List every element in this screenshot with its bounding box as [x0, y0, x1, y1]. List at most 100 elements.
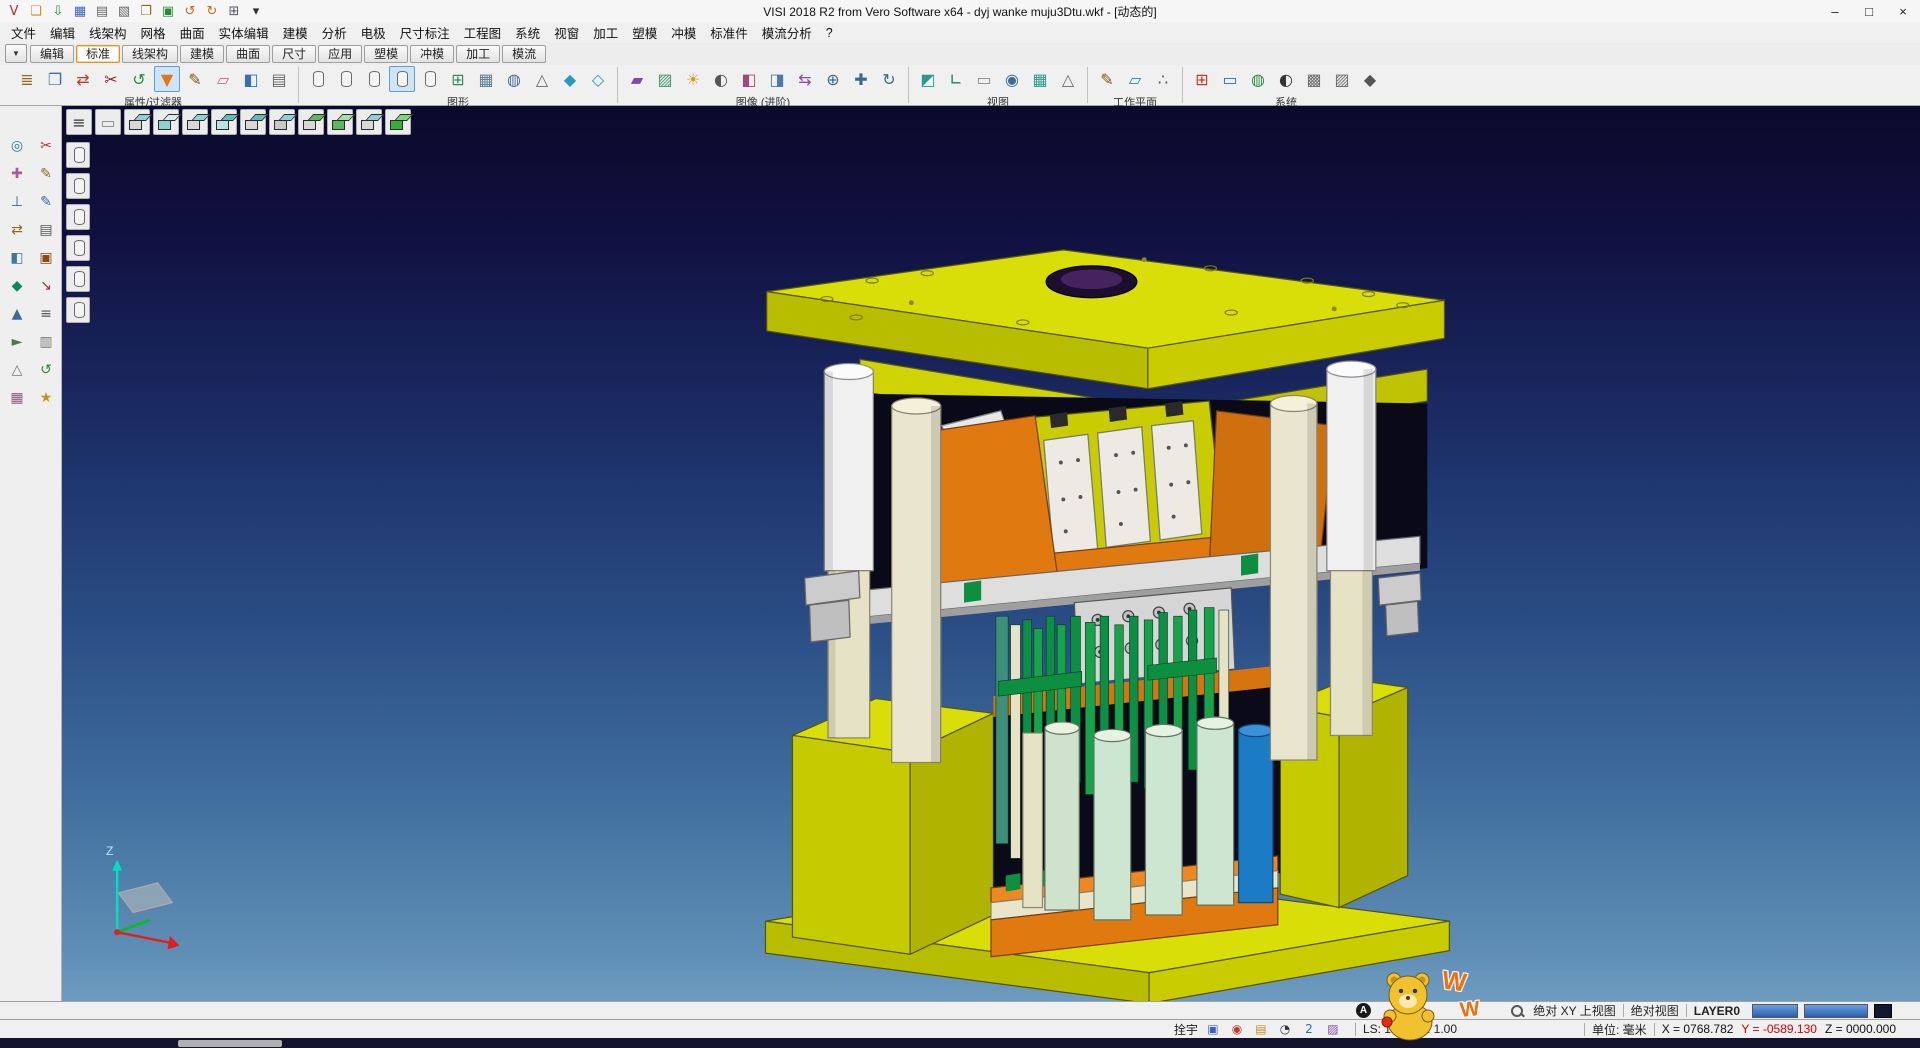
view-perspective-icon[interactable]: △ — [1055, 66, 1081, 92]
filter-surfaces-icon[interactable] — [66, 173, 90, 199]
menu-die[interactable]: 冲模 — [664, 21, 703, 44]
view-cube-iso-icon[interactable] — [211, 109, 237, 135]
view-eye-icon[interactable]: ◉ — [999, 66, 1025, 92]
asterisk-icon[interactable]: ◆ — [4, 274, 30, 298]
view-cube-left-icon[interactable] — [298, 109, 324, 135]
workplane-origin-icon[interactable]: ∴ — [1150, 66, 1176, 92]
system-hatch-icon[interactable]: ▨ — [1329, 66, 1355, 92]
filter-icon[interactable]: ▼ — [154, 66, 180, 92]
menu-window[interactable]: 视窗 — [547, 21, 586, 44]
rotate-image-icon[interactable]: ↻ — [876, 66, 902, 92]
maximize-button[interactable]: □ — [1852, 0, 1886, 22]
zoom-image-icon[interactable]: ⊕ — [820, 66, 846, 92]
clip-plane-icon[interactable]: ◨ — [764, 66, 790, 92]
list-icon[interactable]: ≡ — [33, 302, 59, 326]
tab-edit[interactable]: 编辑 — [30, 45, 74, 63]
columns-icon[interactable]: ▥ — [33, 330, 59, 354]
restore-attributes-icon[interactable]: ↺ — [126, 66, 152, 92]
toolbar-options-icon[interactable]: ▾ — [246, 1, 266, 21]
copy-attributes-icon[interactable]: ❐ — [42, 66, 68, 92]
advanced-render-icon[interactable]: ▰ — [624, 66, 650, 92]
edit-filter-icon[interactable]: ✎ — [182, 66, 208, 92]
view-cube-back-icon[interactable] — [240, 109, 266, 135]
status-record-icon[interactable]: ◉ — [1226, 1020, 1248, 1038]
pan-image-icon[interactable]: ✚ — [848, 66, 874, 92]
menu-surface[interactable]: 曲面 — [173, 21, 212, 44]
select-color-icon[interactable]: ◧ — [238, 66, 264, 92]
menu-system[interactable]: 系统 — [508, 21, 547, 44]
taskbar-button[interactable] — [178, 1040, 282, 1047]
filter-all-icon[interactable] — [66, 297, 90, 323]
menu-edit[interactable]: 编辑 — [43, 21, 82, 44]
menu-solid-edit[interactable]: 实体编辑 — [212, 21, 276, 44]
tab-machining[interactable]: 加工 — [456, 45, 500, 63]
view-grid-icon[interactable]: ▦ — [1027, 66, 1053, 92]
tab-dimension[interactable]: 尺寸 — [272, 45, 316, 63]
annotation-badge[interactable]: A — [1356, 1003, 1371, 1018]
status-clock-icon[interactable]: ◔ — [1274, 1020, 1296, 1038]
undo-icon[interactable]: ↺ — [180, 1, 200, 21]
arrow-icon[interactable]: ↘ — [33, 274, 59, 298]
menu-modeling[interactable]: 建模 — [276, 21, 315, 44]
view-cube-axo-icon[interactable] — [356, 109, 382, 135]
absolute-view-label[interactable]: 绝对视图 — [1631, 1002, 1679, 1019]
tab-surface[interactable]: 曲面 — [226, 45, 270, 63]
menu-mold[interactable]: 塑模 — [625, 21, 664, 44]
favorite-icon[interactable]: ★ — [33, 386, 59, 410]
view-menu-icon[interactable]: ≡ — [66, 109, 92, 135]
show-shaded-icon[interactable] — [333, 66, 359, 92]
view-plane-icon[interactable]: ▭ — [95, 109, 121, 135]
layer-indicator[interactable]: LAYER0 — [1694, 1004, 1740, 1018]
import-icon[interactable]: ⇩ — [48, 1, 68, 21]
texture-icon[interactable]: ▨ — [652, 66, 678, 92]
attributes-icon[interactable]: ≣ — [14, 66, 40, 92]
status-palette-icon[interactable]: ▨ — [1322, 1020, 1344, 1038]
plot-icon[interactable]: ▧ — [114, 1, 134, 21]
status-help-icon[interactable]: 2 — [1298, 1020, 1320, 1038]
shadow-icon[interactable]: ◐ — [708, 66, 734, 92]
snap-mid-icon[interactable]: ✚ — [4, 162, 30, 186]
system-pattern-icon[interactable]: ▩ — [1301, 66, 1327, 92]
show-transparent-icon[interactable] — [417, 66, 443, 92]
trim-icon[interactable]: ✂ — [33, 134, 59, 158]
play-icon[interactable]: ► — [4, 330, 30, 354]
view-iso-icon[interactable]: ◩ — [915, 66, 941, 92]
workplane-align-icon[interactable]: ▱ — [1122, 66, 1148, 92]
show-hidden-line-icon[interactable] — [361, 66, 387, 92]
view-cube-top-icon[interactable] — [124, 109, 150, 135]
system-colors-icon[interactable]: ⊞ — [1189, 66, 1215, 92]
delete-attributes-icon[interactable]: ✂ — [98, 66, 124, 92]
element-box-icon[interactable]: ⊞ — [445, 66, 471, 92]
snap-lock-toggle[interactable]: 拴宇 — [1174, 1021, 1198, 1038]
view-cube-bottom-icon[interactable] — [269, 109, 295, 135]
save-icon[interactable]: ▦ — [70, 1, 90, 21]
view-measure-icon[interactable]: ▭ — [971, 66, 997, 92]
tab-mold[interactable]: 塑模 — [364, 45, 408, 63]
close-button[interactable]: × — [1886, 0, 1920, 22]
system-cube-icon[interactable]: ◆ — [1357, 66, 1383, 92]
menu-analysis[interactable]: 分析 — [315, 21, 354, 44]
capture-icon[interactable]: ▣ — [158, 1, 178, 21]
tab-die[interactable]: 冲模 — [410, 45, 454, 63]
layer-filter-icon[interactable]: ▤ — [266, 66, 292, 92]
menu-mesh[interactable]: 网格 — [134, 21, 173, 44]
reflection-icon[interactable]: ⇆ — [792, 66, 818, 92]
tab-application[interactable]: 应用 — [318, 45, 362, 63]
search-icon[interactable] — [1509, 1003, 1525, 1019]
copy-icon[interactable]: ❐ — [136, 1, 156, 21]
tab-modeling[interactable]: 建模 — [180, 45, 224, 63]
grid2-icon[interactable]: ▦ — [4, 386, 30, 410]
lighting-icon[interactable]: ☀ — [680, 66, 706, 92]
tab-wireframe[interactable]: 线架构 — [122, 45, 178, 63]
filter-active-icon[interactable] — [66, 235, 90, 261]
rotate-ccw-icon[interactable]: ↺ — [33, 358, 59, 382]
menu-wireframe[interactable]: 线架构 — [82, 21, 134, 44]
sketch-icon[interactable]: ✎ — [33, 162, 59, 186]
triangle-icon[interactable]: ▲ — [4, 302, 30, 326]
prism-icon[interactable]: △ — [4, 358, 30, 382]
view-cube-shaded-icon[interactable] — [385, 109, 411, 135]
background-color-swatch[interactable] — [1874, 1004, 1892, 1018]
move-icon[interactable]: ⇄ — [4, 218, 30, 242]
filter-hidden-icon[interactable] — [66, 266, 90, 292]
snap-point-icon[interactable]: ◎ — [4, 134, 30, 158]
